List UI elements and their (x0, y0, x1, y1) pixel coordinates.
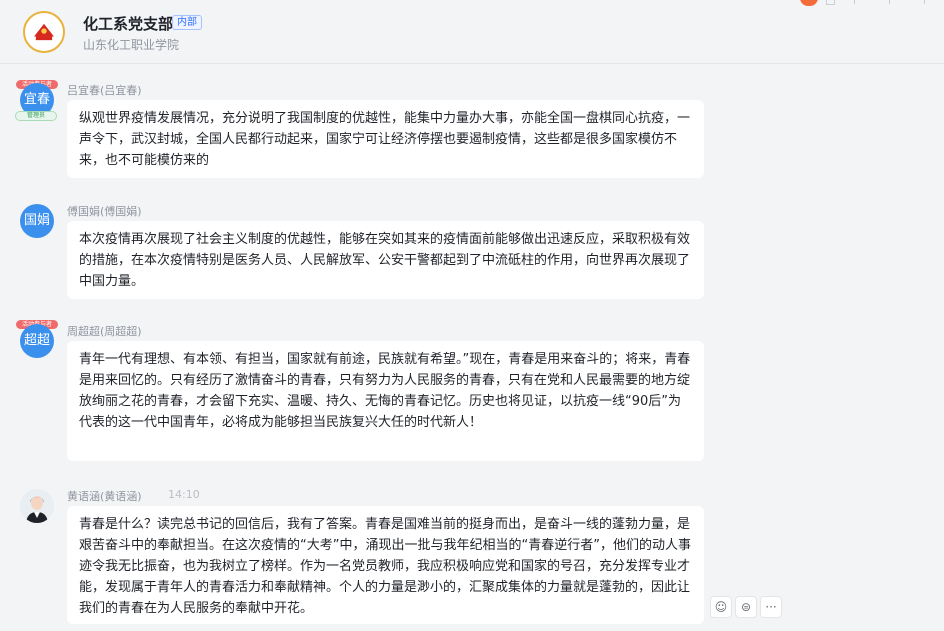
group-name[interactable]: 化工系党支部 (83, 13, 173, 34)
app-logo-icon (800, 0, 818, 6)
user-avatar[interactable]: 超超 (20, 324, 54, 358)
user-avatar[interactable] (20, 489, 54, 523)
emoji-reaction-icon[interactable]: ☺ (710, 596, 732, 618)
more-icon[interactable]: ··· (760, 596, 782, 618)
sender-name[interactable]: 吕宜春(吕宜春) (67, 82, 142, 98)
party-emblem-icon (26, 14, 62, 50)
restore-icon[interactable] (826, 0, 835, 5)
window-corner-decoration (794, 0, 944, 8)
message-bubble[interactable]: 青春是什么？读完总书记的回信后，我有了答案。青春是国难当前的挺身而出，是奋斗一线… (67, 506, 704, 624)
sender-name[interactable]: 傅国娟(傅国娟) (67, 203, 142, 219)
message-bubble[interactable]: 纵观世界疫情发展情况，充分说明了我国制度的优越性，能集中力量办大事，亦能全国一盘… (67, 100, 704, 178)
group-logo[interactable] (23, 11, 65, 53)
admin-tag: 管理员 (15, 111, 57, 121)
message-time: 14:10 (168, 488, 200, 501)
sender-name[interactable]: 周超超(周超超) (67, 323, 142, 339)
message-bubble[interactable]: 青年一代有理想、有本领、有担当，国家就有前途，民族就有希望。”现在，青春是用来奋… (67, 341, 704, 461)
sender-name[interactable]: 黄语涵(黄语涵) (67, 488, 142, 504)
internal-badge: 内部 (172, 15, 202, 30)
user-avatar[interactable]: 国娟 (20, 204, 54, 238)
person-photo-icon (20, 489, 54, 523)
chat-header: 化工系党支部 内部 山东化工职业学院 (0, 0, 944, 64)
message-actions: ☺ ⊜ ··· (710, 596, 782, 618)
reply-icon[interactable]: ⊜ (735, 596, 757, 618)
message-bubble[interactable]: 本次疫情再次展现了社会主义制度的优越性，能够在突如其来的疫情面前能够做出迅速反应… (67, 221, 704, 299)
organization-name: 山东化工职业学院 (83, 38, 180, 52)
